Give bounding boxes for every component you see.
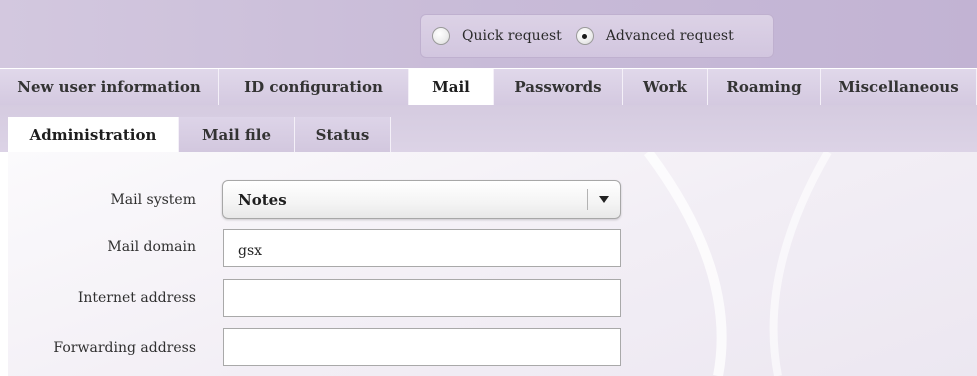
tab-id-configuration[interactable]: ID configuration — [219, 69, 409, 105]
tab-work[interactable]: Work — [623, 69, 708, 105]
request-mode-group: Quick request Advanced request — [420, 14, 774, 58]
tab-mail[interactable]: Mail — [409, 69, 494, 105]
forwarding-address-row: Forwarding address — [8, 330, 196, 366]
mail-domain-row: Mail domain — [8, 229, 196, 265]
sub-tab-bar: Administration Mail file Status — [8, 117, 391, 153]
advanced-request-label: Advanced request — [605, 28, 734, 44]
main-tab-bar: New user information ID configuration Ma… — [0, 69, 977, 105]
mail-system-row: Mail system — [8, 182, 196, 218]
mail-system-select[interactable]: Notes — [222, 180, 621, 219]
internet-address-row: Internet address — [8, 280, 196, 316]
quick-request-option[interactable]: Quick request — [432, 27, 562, 45]
subtab-label: Administration — [29, 126, 157, 144]
subtab-administration[interactable]: Administration — [8, 117, 179, 153]
tab-passwords[interactable]: Passwords — [494, 69, 623, 105]
quick-request-label: Quick request — [462, 28, 562, 44]
advanced-request-option[interactable]: Advanced request — [575, 27, 734, 45]
tab-new-user-information[interactable]: New user information — [0, 69, 219, 105]
dropdown-arrow-icon[interactable] — [588, 180, 620, 219]
subtab-mail-file[interactable]: Mail file — [179, 117, 295, 153]
subtab-label: Status — [315, 126, 370, 144]
quick-request-radio[interactable] — [432, 27, 450, 45]
mail-administration-panel: Mail system Notes Mail domain gsx Intern… — [8, 152, 977, 376]
mail-domain-label: Mail domain — [107, 239, 196, 255]
advanced-request-radio[interactable] — [575, 27, 594, 45]
subtab-label: Mail file — [201, 126, 272, 144]
mail-system-value: Notes — [238, 190, 287, 209]
background-decoration — [643, 152, 832, 376]
internet-address-label: Internet address — [77, 290, 196, 306]
internet-address-input[interactable] — [223, 279, 621, 317]
tab-label: Miscellaneous — [838, 78, 959, 96]
tab-label: Roaming — [726, 78, 802, 96]
subtab-status[interactable]: Status — [295, 117, 391, 153]
tab-roaming[interactable]: Roaming — [708, 69, 821, 105]
radio-selected-dot — [582, 33, 588, 39]
tab-label: Work — [643, 78, 687, 96]
mail-system-label: Mail system — [110, 192, 196, 208]
tab-label: Passwords — [514, 78, 602, 96]
tab-label: New user information — [17, 78, 201, 96]
tab-label: Mail — [432, 78, 470, 96]
tab-label: ID configuration — [244, 78, 383, 96]
forwarding-address-label: Forwarding address — [53, 340, 196, 356]
forwarding-address-input[interactable] — [223, 328, 621, 366]
mail-domain-input[interactable]: gsx — [223, 229, 621, 267]
mail-domain-value: gsx — [238, 243, 263, 259]
tab-miscellaneous[interactable]: Miscellaneous — [821, 69, 977, 105]
